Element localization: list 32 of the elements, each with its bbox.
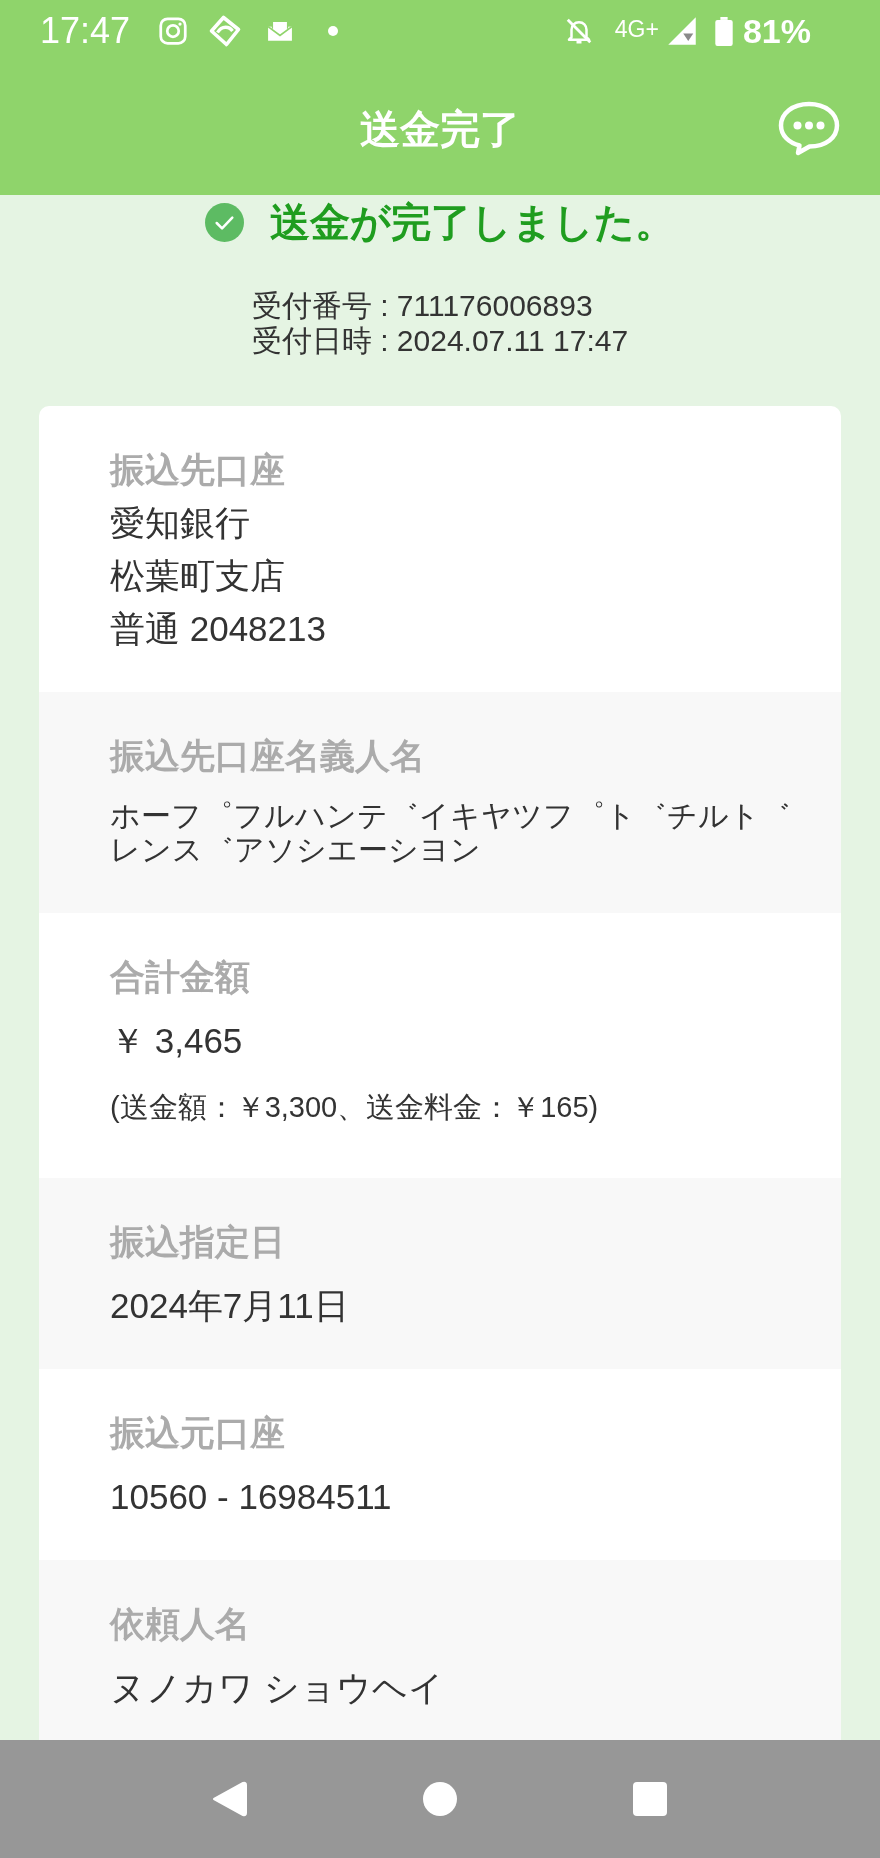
signal-icon: [666, 16, 697, 46]
chat-bubble-icon[interactable]: [777, 100, 841, 157]
account-detail-text: 普通 2048213: [110, 608, 327, 650]
detail-value: ￥ 3,465: [110, 1020, 244, 1062]
status-time: 17:47: [40, 11, 131, 51]
envelope-icon: [267, 20, 294, 42]
receipt-line: 受付日時 : 2024.07.11 17:47: [251, 323, 629, 358]
detail-value: 10560 - 16984511: [110, 1476, 393, 1518]
detail-value: ヌノカワ ショウヘイ: [110, 1667, 445, 1709]
battery-icon: [714, 16, 733, 46]
detail-label: 振込元口座: [110, 1412, 286, 1454]
screen-title: 送金完了: [360, 105, 520, 153]
network-type: 4G+: [614, 15, 659, 43]
detail-label: 合計金額: [110, 956, 251, 998]
account-detail-text: 愛知銀行: [110, 502, 251, 544]
receipt-line: 受付番号 : 711176006893: [251, 288, 594, 323]
detail-label: 振込先口座名義人名: [110, 735, 426, 777]
detail-label: 振込先口座: [110, 449, 286, 491]
notification-dot-icon: [328, 26, 339, 36]
camera-outline-icon: [158, 16, 189, 46]
home-icon[interactable]: [420, 1779, 460, 1819]
account-holder-name: ホーフ゜フルハンテ゛イキヤツフ゜ト゛チルト゛レンス゛アソシエーシヨン: [110, 799, 792, 867]
account-detail-text: 松葉町支店: [110, 555, 286, 597]
detail-value: 2024年7月11日: [110, 1285, 350, 1327]
detail-label: 振込指定日: [110, 1221, 286, 1263]
success-message: 送金が完了しました。: [270, 200, 675, 244]
back-icon[interactable]: [210, 1779, 250, 1819]
detail-label: 依頼人名: [110, 1603, 251, 1645]
check-circle-icon: [205, 202, 244, 242]
battery-percentage: 81%: [742, 11, 811, 51]
recents-icon[interactable]: [630, 1779, 670, 1819]
amount-breakdown: (送金額：￥3,300、送金料金：￥165): [110, 1090, 600, 1125]
